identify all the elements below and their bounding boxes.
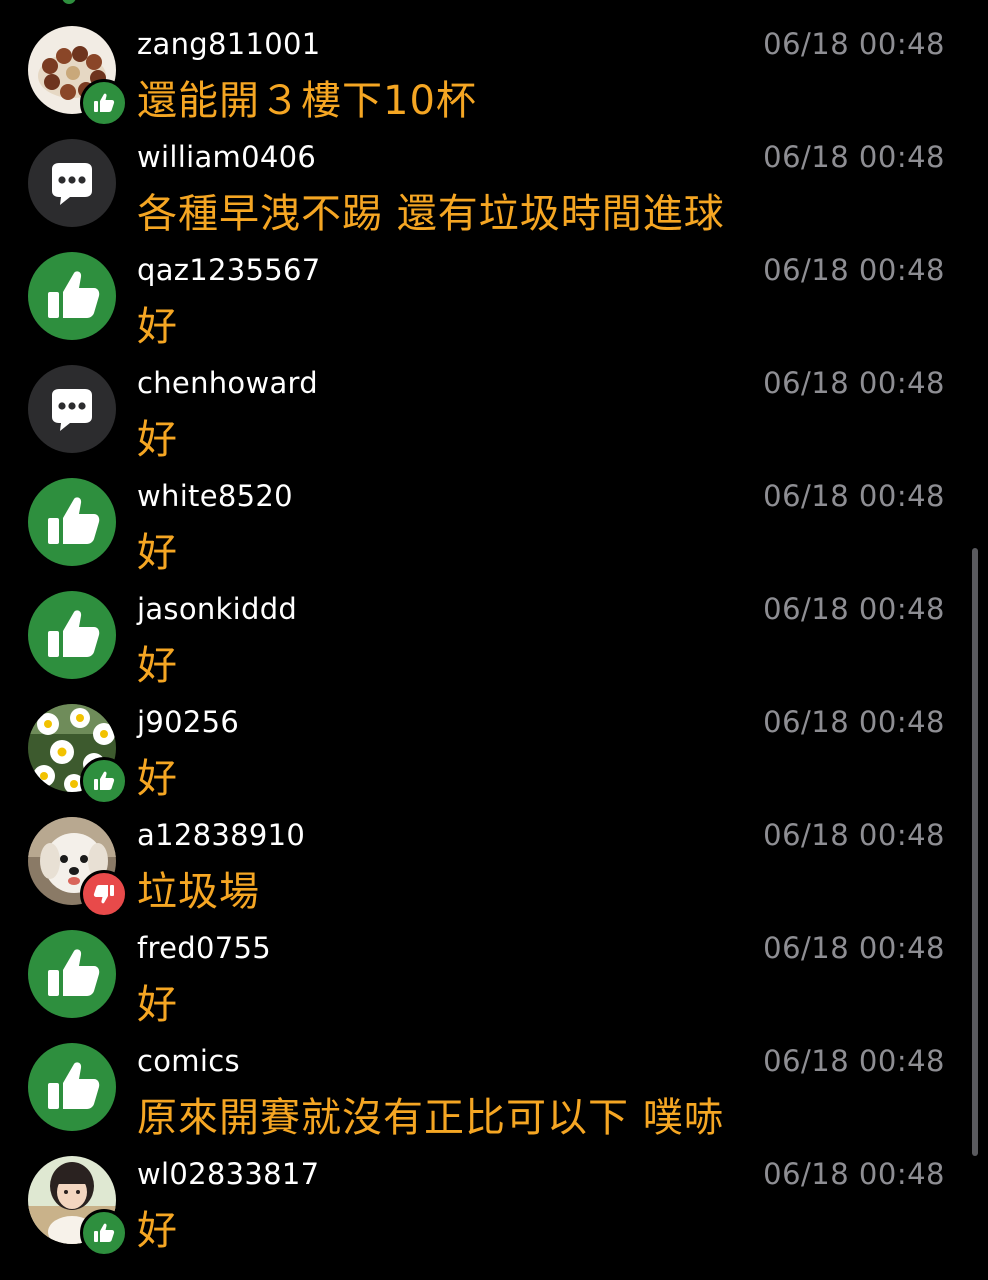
thumbs-up-icon[interactable]	[28, 478, 116, 566]
thumbs-up-badge-icon	[80, 1209, 128, 1257]
comment-timestamp: 06/18 00:48	[763, 592, 945, 626]
comment-timestamp: 06/18 00:48	[763, 705, 945, 739]
comment-item[interactable]: comics 06/18 00:48 原來開賽就沒有正比可以下 噗哧	[0, 1017, 960, 1141]
comment-username[interactable]: white8520	[137, 479, 293, 513]
comment-message: 好	[137, 1208, 178, 1254]
comment-timestamp: 06/18 00:48	[763, 253, 945, 287]
comment-username[interactable]: jasonkiddd	[137, 592, 297, 626]
comment-item[interactable]: chenhoward 06/18 00:48 好	[0, 339, 960, 463]
comment-item[interactable]: jasonkiddd 06/18 00:48 好	[0, 565, 960, 689]
comment-timestamp: 06/18 00:48	[763, 1044, 945, 1078]
comment-item[interactable]: zang811001 06/18 00:48 還能開３樓下10杯	[0, 0, 960, 127]
comment-item[interactable]: fred0755 06/18 00:48 好	[0, 904, 960, 1028]
comment-username[interactable]: chenhoward	[137, 366, 318, 400]
comment-timestamp: 06/18 00:48	[763, 931, 945, 965]
comment-username[interactable]: zang811001	[137, 27, 321, 61]
comment-timestamp: 06/18 00:48	[763, 1157, 945, 1191]
thumbs-up-icon[interactable]	[28, 252, 116, 340]
thumbs-up-icon[interactable]	[28, 1043, 116, 1131]
comment-username[interactable]: wl02833817	[137, 1157, 319, 1191]
comment-username[interactable]: qaz1235567	[137, 253, 321, 287]
comment-username[interactable]: a12838910	[137, 818, 305, 852]
comment-timestamp: 06/18 00:48	[763, 818, 945, 852]
thumbs-up-icon[interactable]	[28, 591, 116, 679]
chat-bubble-icon[interactable]	[28, 139, 116, 227]
comment-username[interactable]: fred0755	[137, 931, 271, 965]
thumbs-up-icon[interactable]	[28, 930, 116, 1018]
comment-item[interactable]: a12838910 06/18 00:48 垃圾場	[0, 791, 960, 918]
comment-item[interactable]: white8520 06/18 00:48 好	[0, 452, 960, 576]
chat-bubble-icon[interactable]	[28, 365, 116, 453]
comment-username[interactable]: william0406	[137, 140, 316, 174]
comment-timestamp: 06/18 00:48	[763, 366, 945, 400]
comment-username[interactable]: comics	[137, 1044, 240, 1078]
comment-username[interactable]: j90256	[137, 705, 239, 739]
comment-item[interactable]: william0406 06/18 00:48 各種早洩不踢 還有垃圾時間進球	[0, 113, 960, 237]
scrollbar[interactable]	[972, 548, 978, 1156]
comment-item[interactable]: j90256 06/18 00:48 好	[0, 678, 960, 805]
comment-timestamp: 06/18 00:48	[763, 27, 945, 61]
comment-timestamp: 06/18 00:48	[763, 140, 945, 174]
comment-item[interactable]: qaz1235567 06/18 00:48 好	[0, 226, 960, 350]
comment-item[interactable]: wl02833817 06/18 00:48 好	[0, 1130, 960, 1257]
comment-timestamp: 06/18 00:48	[763, 479, 945, 513]
